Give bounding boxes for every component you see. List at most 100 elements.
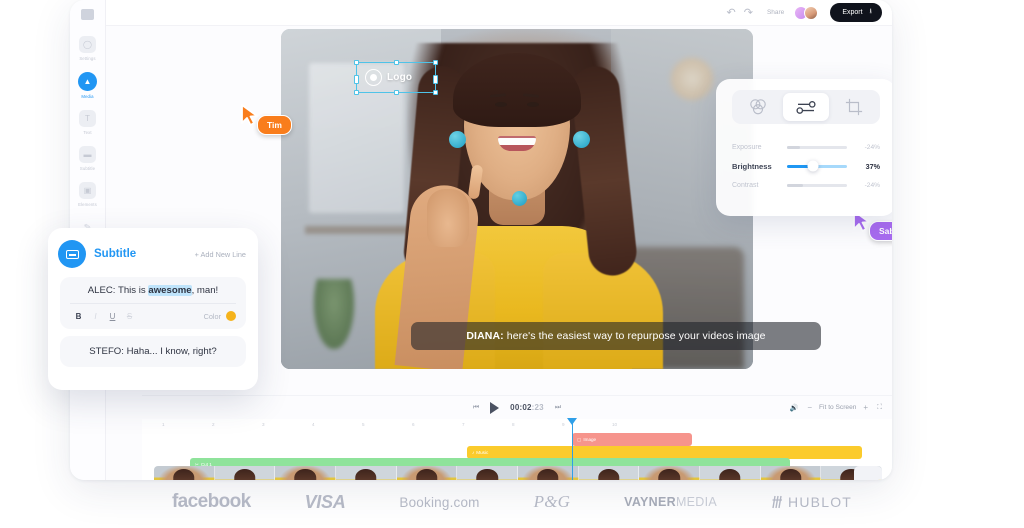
timeline-thumbnail[interactable] [578, 466, 640, 480]
adjustments-rows: Exposure -24% Brightness 37% Contrast -2… [732, 138, 880, 195]
zoom-level-label[interactable]: Fit to Screen [819, 404, 856, 411]
gear-icon: ◯ [79, 36, 96, 53]
volume-icon[interactable]: 🔊 [790, 404, 799, 412]
timeline-thumbnail[interactable] [214, 466, 276, 480]
strikethrough-button[interactable]: S [121, 312, 138, 321]
brand-logo-booking: Booking.com [399, 494, 480, 510]
redo-icon[interactable]: ↷ [744, 6, 753, 19]
timeline-thumbnail[interactable] [396, 466, 458, 480]
menu-icon[interactable] [81, 9, 94, 20]
subtitle-line-pre: ALEC: This is [87, 285, 149, 296]
timeline-clip-image[interactable]: ▢ Image [572, 433, 692, 446]
collaborator-avatars[interactable] [794, 5, 819, 20]
resize-handle[interactable] [433, 75, 438, 84]
resize-handle[interactable] [433, 90, 438, 95]
playback-bar: ⏮ 00:02:23 ⏭ 🔊 − Fit to Screen + ⛶ [142, 395, 892, 419]
timeline-thumbnail[interactable] [457, 466, 519, 480]
underline-button[interactable]: U [104, 312, 121, 321]
video-preview[interactable]: Logo [281, 29, 753, 369]
subtitle-line-card-2[interactable]: STEFO: Haha... I know, right? [60, 336, 246, 367]
caption-text: here's the easiest way to repurpose your… [506, 330, 766, 342]
tab-color-filters[interactable] [735, 93, 781, 121]
adjust-value: -24% [864, 144, 880, 151]
color-label: Color [203, 311, 221, 321]
ruler-tick: 8 [512, 422, 515, 427]
add-media-button[interactable]: + [854, 466, 882, 480]
subtitle-panel: Subtitle + Add New Line ALEC: This is aw… [48, 228, 258, 390]
logo-label: Logo [387, 72, 413, 83]
export-button[interactable]: Export ⭳ [830, 3, 882, 22]
caption-speaker: DIANA: [466, 330, 504, 342]
ruler-tick: 3 [262, 422, 265, 427]
cursor-label: Tim [257, 115, 292, 135]
resize-handle[interactable] [393, 60, 399, 65]
subtitle-panel-header: Subtitle + Add New Line [58, 240, 246, 268]
sidebar-item-settings[interactable]: ◯ Settings [79, 36, 96, 61]
sidebar-item-media[interactable]: ▲ Media [78, 72, 97, 99]
add-new-line-button[interactable]: + Add New Line [195, 250, 246, 259]
shapes-icon: ▣ [79, 182, 96, 199]
sidebar-item-subtitle[interactable]: ▬ Subtitle [79, 146, 96, 171]
subject-eye-left [494, 102, 507, 108]
page-root: ◯ Settings ▲ Media T Text ▬ Subtitle ▣ E… [0, 0, 1024, 528]
adjust-slider[interactable] [787, 146, 847, 149]
video-caption[interactable]: DIANA: here's the easiest way to repurpo… [411, 322, 821, 350]
image-icon: ▢ [577, 436, 582, 442]
bold-button[interactable]: B [70, 312, 87, 321]
resize-handle[interactable] [354, 60, 359, 65]
zoom-out-button[interactable]: − [807, 403, 812, 412]
brand-logo-hublot: HUBLOT [771, 494, 852, 510]
timeline-thumbnail[interactable] [639, 466, 701, 480]
subtitle-line-1[interactable]: ALEC: This is awesome, man! [70, 285, 236, 296]
adjust-row-exposure[interactable]: Exposure -24% [732, 138, 880, 157]
adjust-row-contrast[interactable]: Contrast -24% [732, 176, 880, 195]
resize-handle[interactable] [354, 90, 359, 95]
resize-handle[interactable] [433, 60, 438, 65]
sidebar-item-elements[interactable]: ▣ Elements [78, 182, 97, 207]
skip-back-icon[interactable]: ⏮ [473, 404, 479, 412]
timeline-thumbnail[interactable] [760, 466, 822, 480]
timeline[interactable]: 1 2 3 4 5 6 7 8 9 10 ▢ Image ♪ Music ✂ C… [142, 418, 892, 480]
sidebar-item-label: Subtitle [79, 166, 96, 171]
timeline-thumbnail[interactable] [700, 466, 761, 480]
resize-handle[interactable] [393, 90, 399, 95]
adjust-slider[interactable] [787, 160, 847, 172]
timeline-playhead[interactable] [567, 418, 577, 480]
brand-logo-visa: VISA [304, 491, 346, 512]
clip-label: Music [476, 450, 489, 455]
adjust-row-brightness[interactable]: Brightness 37% [732, 157, 880, 176]
sidebar-item-text[interactable]: T Text [79, 110, 96, 135]
fullscreen-icon[interactable]: ⛶ [877, 404, 882, 412]
share-button[interactable]: Share [767, 9, 784, 16]
color-control[interactable]: Color [204, 311, 236, 321]
adjustments-panel: Exposure -24% Brightness 37% Contrast -2… [716, 79, 892, 216]
color-swatch[interactable] [226, 311, 236, 321]
tab-sliders[interactable] [783, 93, 829, 121]
tab-crop[interactable] [831, 93, 877, 121]
resize-handle[interactable] [354, 75, 359, 84]
brand-logo-vayner: VAYNER [624, 495, 676, 509]
timeline-thumbnail[interactable] [275, 466, 337, 480]
play-icon[interactable] [490, 401, 500, 414]
timeline-thumbnail[interactable] [154, 466, 215, 480]
italic-button[interactable]: I [87, 312, 104, 321]
slider-knob[interactable] [807, 160, 819, 172]
subtitle-line-card-1[interactable]: ALEC: This is awesome, man! B I U S Colo… [60, 277, 246, 329]
timeline-thumbnail-strip[interactable] [154, 466, 882, 480]
adjust-slider[interactable] [787, 184, 847, 187]
timeline-thumbnail[interactable] [336, 466, 397, 480]
ruler-tick: 4 [312, 422, 315, 427]
brand-logo-pg: P&G [533, 492, 571, 511]
logo-element-selection[interactable]: Logo [354, 60, 438, 95]
subtitle-line-2[interactable]: STEFO: Haha... I know, right? [70, 346, 236, 357]
sliders-icon [796, 101, 816, 114]
timeline-ruler[interactable]: 1 2 3 4 5 6 7 8 9 10 [154, 419, 882, 433]
sidebar-item-label: Media [81, 94, 94, 99]
ruler-tick: 1 [162, 422, 165, 427]
undo-icon[interactable]: ↶ [727, 6, 736, 19]
collaborator-cursor-tim: Tim [240, 104, 292, 135]
avatar[interactable] [804, 5, 819, 20]
zoom-in-button[interactable]: + [863, 403, 868, 412]
skip-forward-icon[interactable]: ⏭ [555, 404, 561, 412]
timeline-thumbnail[interactable] [518, 466, 579, 480]
